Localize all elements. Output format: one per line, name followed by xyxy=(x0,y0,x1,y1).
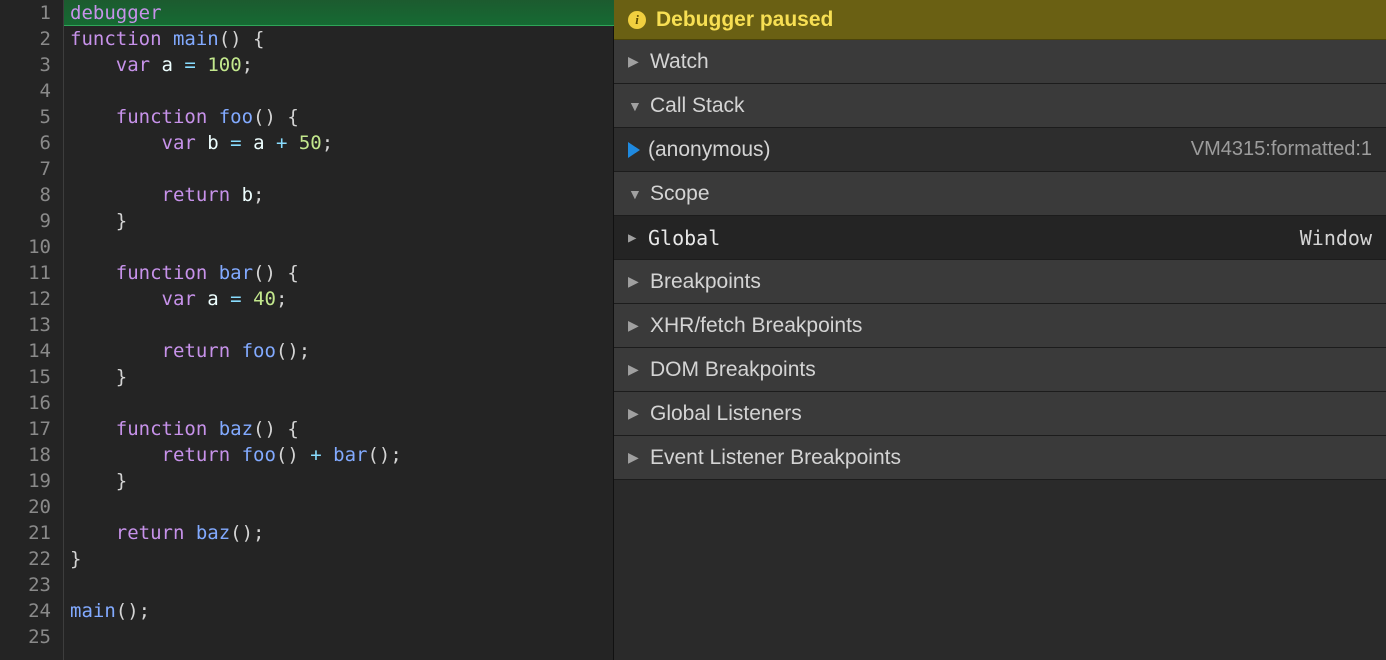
chevron-right-icon: ▶ xyxy=(628,449,642,466)
section-dom-breakpoints-label: DOM Breakpoints xyxy=(650,358,816,382)
section-breakpoints[interactable]: ▶ Breakpoints xyxy=(614,260,1386,304)
line-number: 17 xyxy=(0,416,51,442)
scope-entry-global[interactable]: ▶ Global Window xyxy=(614,216,1386,260)
call-stack-frame-name: (anonymous) xyxy=(648,138,771,162)
code-line[interactable]: } xyxy=(70,208,613,234)
chevron-right-icon: ▶ xyxy=(628,273,642,290)
section-event-listener-breakpoints-label: Event Listener Breakpoints xyxy=(650,446,901,470)
code-line[interactable] xyxy=(70,572,613,598)
section-call-stack[interactable]: ▼ Call Stack xyxy=(614,84,1386,128)
line-number: 1 xyxy=(0,0,51,26)
call-stack-frame-location: VM4315:formatted:1 xyxy=(1191,138,1372,161)
code-line[interactable]: function bar() { xyxy=(70,260,613,286)
line-number: 8 xyxy=(0,182,51,208)
line-number: 4 xyxy=(0,78,51,104)
section-xhr-breakpoints[interactable]: ▶ XHR/fetch Breakpoints xyxy=(614,304,1386,348)
code-line[interactable]: function baz() { xyxy=(70,416,613,442)
code-line[interactable] xyxy=(70,156,613,182)
code-line[interactable]: return foo(); xyxy=(70,338,613,364)
line-number: 20 xyxy=(0,494,51,520)
line-number: 12 xyxy=(0,286,51,312)
code-line[interactable]: return foo() + bar(); xyxy=(70,442,613,468)
line-number: 5 xyxy=(0,104,51,130)
editor-pane: 1234567891011121314151617181920212223242… xyxy=(0,0,614,660)
current-frame-arrow-icon xyxy=(628,142,640,158)
code-line[interactable]: } xyxy=(70,364,613,390)
code-line[interactable]: function main() { xyxy=(70,26,613,52)
code-line[interactable] xyxy=(70,78,613,104)
section-global-listeners[interactable]: ▶ Global Listeners xyxy=(614,392,1386,436)
section-watch-label: Watch xyxy=(650,50,709,74)
section-scope-label: Scope xyxy=(650,182,710,206)
chevron-right-icon: ▶ xyxy=(628,230,642,246)
code-line[interactable]: main(); xyxy=(70,598,613,624)
code-line[interactable]: } xyxy=(70,468,613,494)
line-number: 21 xyxy=(0,520,51,546)
code-line[interactable]: var a = 40; xyxy=(70,286,613,312)
line-number: 6 xyxy=(0,130,51,156)
line-number-gutter: 1234567891011121314151617181920212223242… xyxy=(0,0,64,660)
section-breakpoints-label: Breakpoints xyxy=(650,270,761,294)
line-number: 25 xyxy=(0,624,51,650)
section-scope[interactable]: ▼ Scope xyxy=(614,172,1386,216)
line-number: 10 xyxy=(0,234,51,260)
line-number: 7 xyxy=(0,156,51,182)
code-line[interactable] xyxy=(70,390,613,416)
section-global-listeners-label: Global Listeners xyxy=(650,402,802,426)
call-stack-frame[interactable]: (anonymous) VM4315:formatted:1 xyxy=(614,128,1386,172)
code-line[interactable]: return baz(); xyxy=(70,520,613,546)
line-number: 11 xyxy=(0,260,51,286)
line-number: 3 xyxy=(0,52,51,78)
line-number: 9 xyxy=(0,208,51,234)
info-icon: i xyxy=(628,11,646,29)
scope-entry-name: Global xyxy=(648,226,720,250)
chevron-right-icon: ▶ xyxy=(628,53,642,70)
debugger-paused-label: Debugger paused xyxy=(656,8,833,32)
line-number: 23 xyxy=(0,572,51,598)
line-number: 15 xyxy=(0,364,51,390)
sidebar-empty-area xyxy=(614,480,1386,660)
code-line[interactable]: function foo() { xyxy=(70,104,613,130)
line-number: 16 xyxy=(0,390,51,416)
code-line[interactable] xyxy=(70,234,613,260)
line-number: 14 xyxy=(0,338,51,364)
line-number: 18 xyxy=(0,442,51,468)
chevron-right-icon: ▶ xyxy=(628,405,642,422)
section-event-listener-breakpoints[interactable]: ▶ Event Listener Breakpoints xyxy=(614,436,1386,480)
line-number: 24 xyxy=(0,598,51,624)
section-dom-breakpoints[interactable]: ▶ DOM Breakpoints xyxy=(614,348,1386,392)
section-watch[interactable]: ▶ Watch xyxy=(614,40,1386,84)
app-root: 1234567891011121314151617181920212223242… xyxy=(0,0,1386,660)
code-line[interactable] xyxy=(70,624,613,650)
chevron-down-icon: ▼ xyxy=(628,98,642,114)
code-line[interactable]: return b; xyxy=(70,182,613,208)
code-area[interactable]: debuggerfunction main() { var a = 100; f… xyxy=(64,0,613,660)
section-call-stack-label: Call Stack xyxy=(650,94,745,118)
code-line[interactable]: } xyxy=(70,546,613,572)
code-line[interactable] xyxy=(70,494,613,520)
code-line[interactable]: debugger xyxy=(64,0,614,26)
line-number: 22 xyxy=(0,546,51,572)
scope-entry-value: Window xyxy=(1300,226,1372,250)
line-number: 13 xyxy=(0,312,51,338)
debugger-sidebar: i Debugger paused ▶ Watch ▼ Call Stack (… xyxy=(614,0,1386,660)
line-number: 2 xyxy=(0,26,51,52)
section-xhr-breakpoints-label: XHR/fetch Breakpoints xyxy=(650,314,862,338)
chevron-down-icon: ▼ xyxy=(628,186,642,202)
code-line[interactable]: var a = 100; xyxy=(70,52,613,78)
line-number: 19 xyxy=(0,468,51,494)
chevron-right-icon: ▶ xyxy=(628,317,642,334)
code-line[interactable] xyxy=(70,312,613,338)
chevron-right-icon: ▶ xyxy=(628,361,642,378)
debugger-paused-bar: i Debugger paused xyxy=(614,0,1386,40)
code-line[interactable]: var b = a + 50; xyxy=(70,130,613,156)
